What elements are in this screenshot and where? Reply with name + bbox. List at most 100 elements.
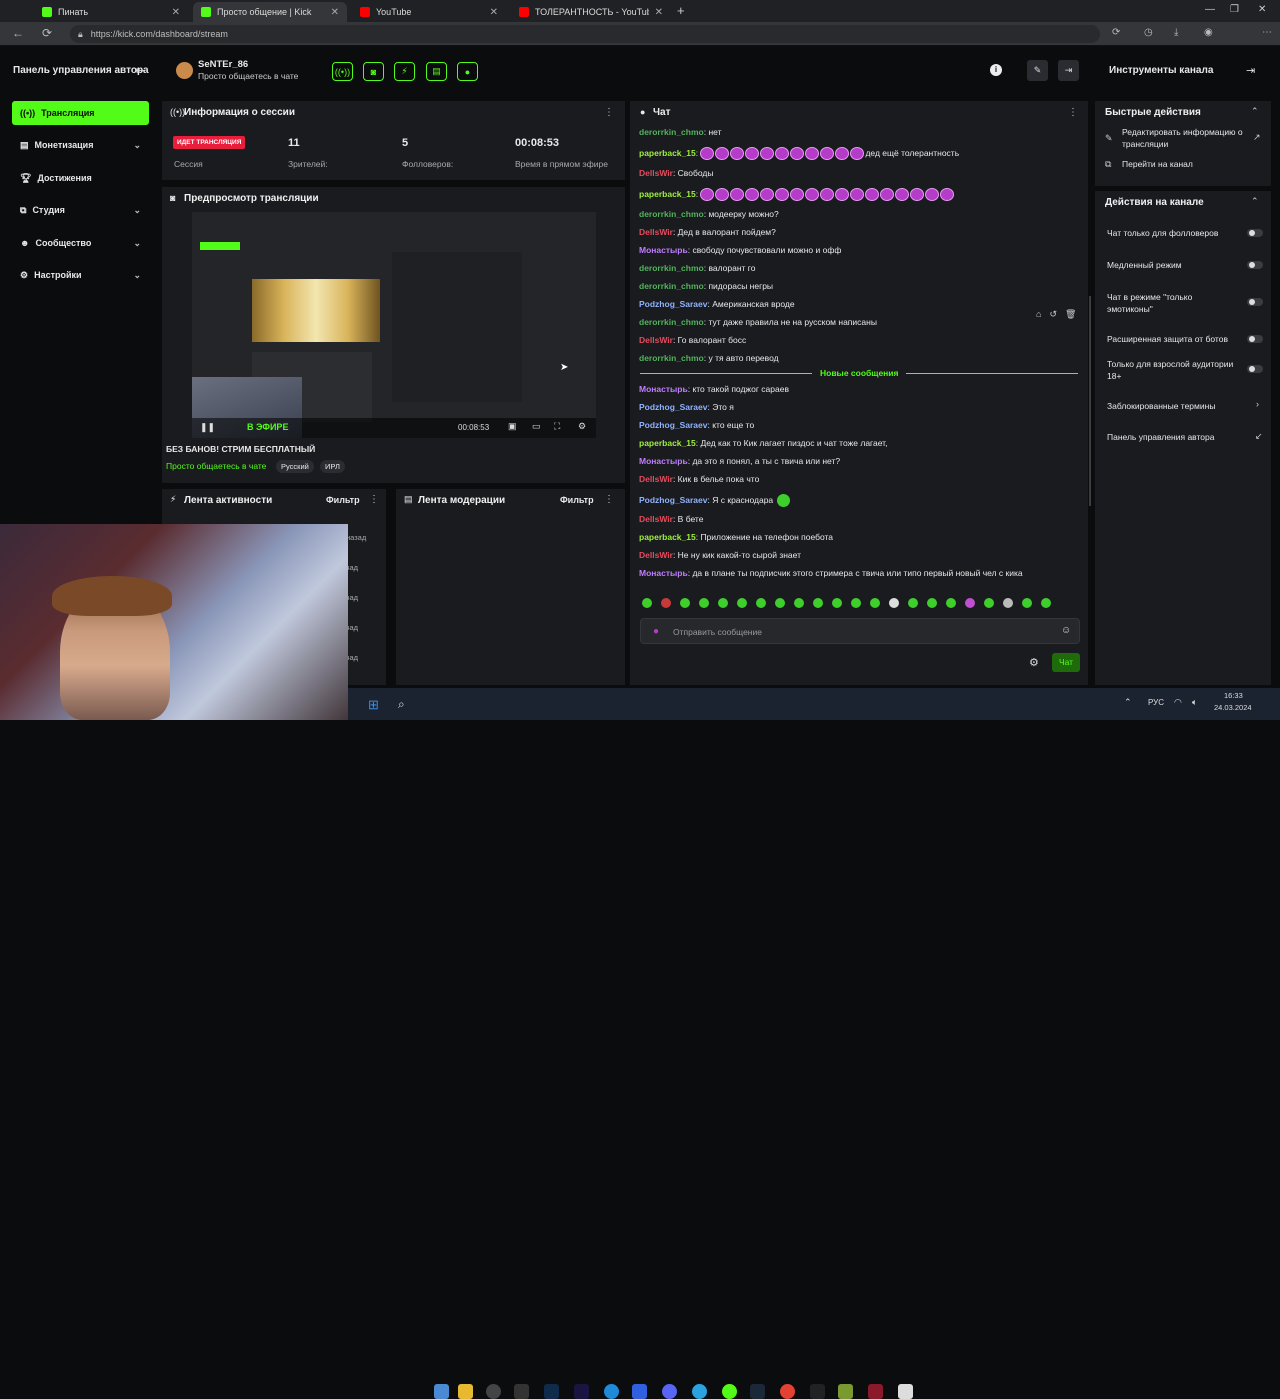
- close-icon[interactable]: ✕: [172, 7, 180, 18]
- chat-emote-icon[interactable]: [805, 147, 820, 160]
- chat-message[interactable]: DellsWir: Го валорант босс: [639, 335, 746, 345]
- edit-layout-button[interactable]: ✎: [1027, 60, 1048, 81]
- go-channel-link[interactable]: Перейти на канал: [1122, 159, 1193, 169]
- discord-icon[interactable]: [662, 1384, 677, 1399]
- chevron-right-icon[interactable]: ›: [1256, 399, 1259, 409]
- settings-icon[interactable]: ⚙︎: [578, 421, 586, 432]
- minimize-button[interactable]: —: [1205, 4, 1215, 15]
- theater-icon[interactable]: ▭: [532, 421, 541, 432]
- chat-username[interactable]: DellsWir: [639, 335, 673, 345]
- chat-message[interactable]: Podzhog_Saraev: кто еще то: [639, 420, 754, 430]
- chat-scrollbar[interactable]: [1089, 296, 1091, 506]
- bot-protection-toggle[interactable]: [1247, 335, 1263, 343]
- search-icon[interactable]: ⌕: [398, 697, 405, 712]
- taskbar-date[interactable]: 24.03.2024: [1214, 703, 1252, 712]
- chat-emote-icon[interactable]: [940, 188, 955, 201]
- url-bar[interactable]: 🔒︎ https://kick.com/dashboard/stream: [70, 25, 1100, 43]
- close-icon[interactable]: ✕: [490, 7, 498, 18]
- back-icon[interactable]: ←: [12, 26, 24, 40]
- keyboard-language[interactable]: РУС: [1148, 698, 1164, 707]
- edge-icon[interactable]: [604, 1384, 619, 1399]
- chat-emote-icon[interactable]: [895, 188, 910, 201]
- chat-username[interactable]: DellsWir: [639, 514, 673, 524]
- browser-tab-2[interactable]: Просто общение | Kick ✕: [193, 2, 347, 22]
- player-icon[interactable]: [632, 1384, 647, 1399]
- chat-username[interactable]: Podzhog_Saraev: [639, 420, 708, 430]
- chat-username[interactable]: DellsWir: [639, 227, 673, 237]
- chat-emote-icon[interactable]: [835, 147, 850, 160]
- emote-strip[interactable]: [642, 598, 1082, 610]
- chat-username[interactable]: Podzhog_Saraev: [639, 299, 708, 309]
- chat-message[interactable]: Монастырь: да в плане ты подписчик этого…: [639, 568, 1023, 578]
- chat-message[interactable]: DellsWir: Свободы: [639, 168, 713, 178]
- chat-emote-icon[interactable]: [805, 188, 820, 201]
- chat-username[interactable]: derorrkin_chmo: [639, 353, 704, 363]
- emoji-icon[interactable]: ☺: [1061, 625, 1071, 636]
- close-icon[interactable]: ✕: [655, 7, 663, 18]
- chat-username[interactable]: Podzhog_Saraev: [639, 495, 708, 505]
- chat-message[interactable]: paperback_15: Приложение на телефон поеб…: [639, 532, 833, 542]
- sidebar-item-studio[interactable]: ⧉ Студия ⌄: [12, 198, 149, 222]
- chat-username[interactable]: Podzhog_Saraev: [639, 402, 708, 412]
- obs-icon[interactable]: [486, 1384, 501, 1399]
- chat-message[interactable]: Монастырь: кто такой поджог сараев: [639, 384, 789, 394]
- exit-button[interactable]: ⇥: [1058, 60, 1079, 81]
- emote-only-toggle[interactable]: [1247, 298, 1263, 306]
- chat-message[interactable]: paperback_15: Дед как то Кик лагает пизд…: [639, 438, 887, 448]
- chat-emote-icon[interactable]: [865, 188, 880, 201]
- chat-emote-icon[interactable]: [880, 188, 895, 201]
- sidebar-item-monetization[interactable]: ▤ Монетизация ⌄: [12, 133, 149, 157]
- arrow-icon[interactable]: ↙: [1255, 431, 1263, 442]
- chat-username[interactable]: derorrkin_chmo: [639, 317, 704, 327]
- more-options-icon[interactable]: ⋮: [604, 107, 614, 118]
- browser-tab-3[interactable]: YouTube ✕: [352, 2, 506, 22]
- tag-russian[interactable]: Русский: [276, 460, 314, 473]
- history-icon[interactable]: ◷: [1144, 27, 1153, 38]
- chat-send-button[interactable]: Чат: [1052, 653, 1080, 672]
- chat-username[interactable]: derorrkin_chmo: [639, 127, 704, 137]
- more-options-icon[interactable]: ⋮: [1068, 107, 1078, 118]
- chat-message[interactable]: paperback_15:: [639, 188, 955, 201]
- chat-emote-icon[interactable]: [775, 147, 790, 160]
- chat-username[interactable]: derorrkin_chmo: [639, 209, 704, 219]
- chat-emote-icon[interactable]: [790, 188, 805, 201]
- kick-app-icon[interactable]: [722, 1384, 737, 1399]
- chat-message[interactable]: Podzhog_Saraev: Это я: [639, 402, 734, 412]
- chat-username[interactable]: Монастырь: [639, 384, 688, 394]
- chat-emote-icon[interactable]: [820, 188, 835, 201]
- chat-username[interactable]: DellsWir: [639, 550, 673, 560]
- author-dashboard-link[interactable]: Панель управления автора: [1107, 432, 1214, 442]
- chat-emote-icon[interactable]: [925, 188, 940, 201]
- activity-filter-button[interactable]: Фильтр: [326, 495, 360, 505]
- chat-message[interactable]: derorrkin_chmo: тут даже правила не на р…: [639, 317, 877, 327]
- chat-emote-icon[interactable]: [820, 147, 835, 160]
- chat-message[interactable]: derorrkin_chmo: у тя авто перевод: [639, 353, 779, 363]
- sidebar-item-community[interactable]: ☻ Сообщество ⌄: [12, 231, 149, 255]
- chat-emote-icon[interactable]: [760, 188, 775, 201]
- sidebar-item-broadcast[interactable]: ((•)) Трансляция: [12, 101, 149, 125]
- external-link-icon[interactable]: ↗: [1253, 132, 1261, 143]
- chat-message[interactable]: paperback_15: дед ещё толерантность: [639, 147, 959, 160]
- task-view-icon[interactable]: [434, 1384, 449, 1399]
- tray-chevron-icon[interactable]: ⌃: [1124, 697, 1132, 708]
- chat-username[interactable]: paperback_15: [639, 148, 696, 158]
- chat-emote-icon[interactable]: [700, 188, 715, 201]
- followers-only-toggle[interactable]: [1247, 229, 1263, 237]
- chat-emote-icon[interactable]: [745, 188, 760, 201]
- profile-icon[interactable]: ◉: [1204, 27, 1213, 38]
- edit-stream-info-link[interactable]: Редактировать информацию о трансляции: [1122, 126, 1262, 150]
- download-icon[interactable]: ⤓: [1174, 27, 1178, 38]
- avatar[interactable]: [176, 62, 193, 79]
- wifi-icon[interactable]: ◠: [1174, 697, 1182, 708]
- more-options-icon[interactable]: ⋮: [604, 494, 614, 505]
- chat-message[interactable]: derorrkin_chmo: валорант го: [639, 263, 755, 273]
- chat-message[interactable]: Podzhog_Saraev: Я с краснодара: [639, 494, 791, 507]
- chevron-up-icon[interactable]: ⌃: [1251, 106, 1259, 117]
- chat-input[interactable]: ● Отправить сообщение ☺: [640, 618, 1080, 644]
- chat-emote-icon[interactable]: [850, 188, 865, 201]
- collapse-tools-icon[interactable]: ⇥: [1246, 64, 1255, 77]
- chat-message[interactable]: Монастырь: свободу почувствовали можно и…: [639, 245, 841, 255]
- app-icon[interactable]: [514, 1384, 529, 1399]
- camera-tool-button[interactable]: ◙: [363, 62, 384, 81]
- chat-username[interactable]: paperback_15: [639, 438, 696, 448]
